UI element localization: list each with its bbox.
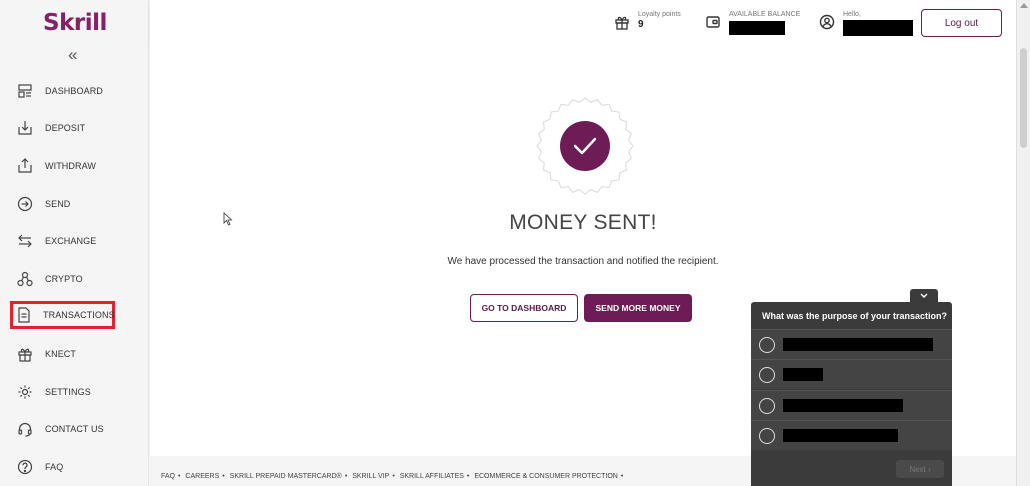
send-more-money-button[interactable]: SEND MORE MONEY: [584, 294, 692, 322]
page-title: MONEY SENT!: [509, 211, 657, 234]
confirmation-message: We have processed the transaction and no…: [447, 256, 719, 267]
radio-button[interactable]: [759, 427, 775, 444]
skrill-logo[interactable]: Skrill: [43, 10, 107, 36]
option-label-redacted: [783, 368, 823, 381]
sidebar-item-label: CONTACT US: [45, 424, 104, 434]
footer-link-prepaid-mastercard[interactable]: SKRILL PREPAID MASTERCARD®: [230, 473, 342, 480]
sidebar-item-withdraw[interactable]: WITHDRAW: [10, 152, 140, 180]
radio-button[interactable]: [759, 397, 775, 414]
balance-label: AVAILABLE BALANCE: [729, 11, 801, 18]
sidebar-item-settings[interactable]: SETTINGS: [10, 378, 140, 406]
sidebar-item-faq[interactable]: FAQ: [10, 453, 140, 481]
loyalty-value: 9: [638, 19, 644, 30]
double-chevron-left-icon[interactable]: «: [68, 46, 77, 64]
go-to-dashboard-button[interactable]: GO TO DASHBOARD: [470, 294, 578, 322]
survey-question: What was the purpose of your transaction…: [762, 311, 948, 321]
sidebar-item-label: EXCHANGE: [45, 236, 97, 246]
user-greeting[interactable]: Hello,: [819, 10, 913, 41]
footer-link-ecommerce-protection[interactable]: ECOMMERCE & CONSUMER PROTECTION: [474, 473, 618, 480]
sidebar-item-contact-us[interactable]: CONTACT US: [10, 415, 140, 443]
sidebar-item-knect[interactable]: KNECT: [10, 340, 140, 368]
gift-icon: [16, 345, 34, 363]
page-scrollbar[interactable]: [1016, 0, 1030, 486]
top-header: Loyalty points 9 AVAILABLE BALANCE Hello…: [150, 0, 1016, 46]
dashboard-icon: [16, 82, 34, 100]
available-balance[interactable]: AVAILABLE BALANCE: [705, 10, 800, 40]
survey-collapse-button[interactable]: [910, 289, 938, 303]
chevron-down-icon: [920, 293, 928, 299]
exchange-icon: [16, 232, 34, 250]
crypto-icon: [16, 270, 34, 288]
survey-option[interactable]: [751, 420, 952, 450]
survey-next-button[interactable]: Next ›: [896, 460, 944, 478]
loyalty-label: Loyalty points: [638, 11, 681, 18]
sidebar-item-send[interactable]: SEND: [10, 190, 140, 218]
sidebar-item-label: FAQ: [45, 462, 64, 472]
footer-links: FAQ • CAREERS • SKRILL PREPAID MASTERCARD®…: [161, 473, 624, 480]
survey-option[interactable]: [751, 359, 952, 389]
radio-button[interactable]: [759, 336, 775, 353]
sidebar-item-label: WITHDRAW: [45, 161, 96, 171]
user-icon: [819, 14, 835, 30]
option-label-redacted: [783, 429, 898, 442]
sidebar-item-label: DASHBOARD: [45, 86, 103, 96]
sidebar-item-label: KNECT: [45, 349, 77, 359]
sidebar-item-crypto[interactable]: CRYPTO: [10, 265, 140, 293]
hello-label: Hello,: [843, 11, 861, 18]
transaction-purpose-survey: What was the purpose of your transaction…: [751, 302, 952, 486]
check-circle: [560, 121, 610, 171]
success-check-badge: [536, 97, 634, 195]
sidebar-item-transactions[interactable]: TRANSACTIONS: [10, 301, 115, 329]
next-label: Next: [909, 464, 926, 474]
scroll-thumb[interactable]: [1020, 48, 1027, 148]
footer-link-careers[interactable]: CAREERS: [185, 473, 219, 480]
send-icon: [16, 195, 34, 213]
loyalty-points[interactable]: Loyalty points 9: [614, 10, 681, 31]
sidebar-item-label: SETTINGS: [45, 387, 91, 397]
question-icon: [16, 458, 34, 476]
sidebar-item-exchange[interactable]: EXCHANGE: [10, 227, 140, 255]
sidebar-item-deposit[interactable]: DEPOSIT: [10, 114, 140, 142]
wallet-icon: [706, 16, 720, 28]
footer-link-faq[interactable]: FAQ: [161, 473, 175, 480]
option-label-redacted: [783, 399, 903, 412]
footer-link-affiliates[interactable]: SKRILL AFFILIATES: [400, 473, 464, 480]
sidebar-item-label: DEPOSIT: [45, 123, 86, 133]
scroll-up-arrow-icon[interactable]: [1020, 3, 1028, 8]
survey-option[interactable]: [751, 329, 952, 359]
survey-option[interactable]: [751, 390, 952, 420]
sidebar-item-label: SEND: [45, 199, 71, 209]
gift-icon: [615, 16, 629, 30]
radio-button[interactable]: [759, 366, 775, 383]
sidebar: Skrill « DASHBOARD DEPOSIT WITHDRAW SEND…: [0, 0, 149, 486]
username-redacted: [843, 20, 913, 36]
balance-value-redacted: [729, 21, 785, 35]
withdraw-icon: [16, 157, 34, 175]
sidebar-item-label: TRANSACTIONS: [43, 310, 115, 320]
option-label-redacted: [783, 338, 933, 351]
chevron-right-icon: ›: [928, 464, 931, 474]
headset-icon: [16, 420, 34, 438]
gear-icon: [16, 383, 34, 401]
footer-link-skrill-vip[interactable]: SKRILL VIP: [352, 473, 389, 480]
deposit-icon: [16, 119, 34, 137]
sidebar-item-dashboard[interactable]: DASHBOARD: [10, 77, 140, 105]
sidebar-item-label: CRYPTO: [45, 274, 83, 284]
transactions-icon: [16, 306, 32, 324]
logout-button[interactable]: Log out: [921, 9, 1002, 37]
mouse-cursor-icon: [223, 212, 233, 226]
